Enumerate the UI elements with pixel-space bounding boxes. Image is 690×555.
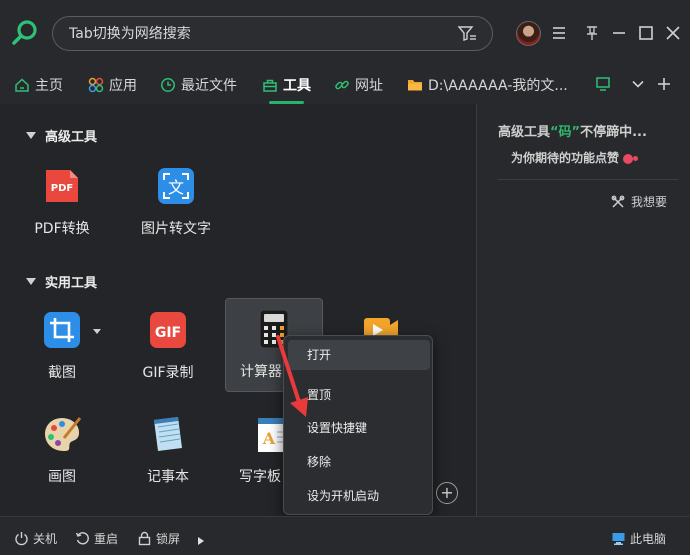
power-icon — [15, 532, 28, 546]
screenshot-dropdown-icon[interactable] — [93, 329, 101, 334]
lock-button[interactable]: 锁屏 — [137, 530, 180, 547]
toolbox-icon — [263, 79, 277, 92]
title-prefix: 高级工具 — [498, 125, 551, 140]
menu-item-startup[interactable]: 设为开机启动 — [288, 481, 430, 511]
notepad-icon — [154, 417, 182, 451]
clock-icon — [161, 78, 175, 92]
add-tab-icon[interactable] — [656, 76, 672, 92]
section-advanced-tools[interactable]: 高级工具 — [26, 126, 97, 145]
close-icon[interactable] — [664, 24, 682, 42]
tool-label: 写字板 — [239, 469, 281, 485]
tool-label: 图片转文字 — [141, 221, 211, 237]
link-icon — [335, 80, 349, 90]
title-bar — [0, 0, 690, 64]
tool-label: PDF转换 — [34, 221, 90, 237]
title-suffix: 不停蹄中... — [580, 125, 647, 140]
ocr-icon: 文 — [158, 168, 194, 204]
ocr-icon-text: 文 — [168, 178, 184, 197]
subtitle-text: 为你期待的功能点赞 — [511, 151, 620, 165]
lock-icon — [138, 531, 151, 546]
restart-label: 重启 — [94, 532, 119, 546]
tab-home-label: 主页 — [35, 78, 63, 94]
tab-urls-label: 网址 — [355, 78, 383, 94]
collapse-triangle-icon — [26, 132, 36, 139]
bottom-bar: 关机 重启 锁屏 此电脑 — [0, 516, 690, 555]
tool-label: 记事本 — [147, 469, 189, 485]
shutdown-button[interactable]: 关机 — [14, 530, 57, 547]
collapse-triangle-icon — [26, 278, 36, 285]
wish-icon — [611, 195, 625, 208]
tool-notepad[interactable]: 记事本 — [120, 404, 216, 498]
tab-bar: 主页 应用 最近文件 工具 网址 D:\AAAAAA-我的文... — [0, 64, 690, 104]
tab-home[interactable]: 主页 — [14, 74, 63, 96]
section-utility-tools[interactable]: 实用工具 — [26, 272, 97, 291]
restart-button[interactable]: 重启 — [75, 530, 118, 547]
svg-text:A: A — [262, 429, 276, 448]
menu-icon[interactable] — [550, 24, 568, 42]
tool-image-to-text[interactable]: 文 图片转文字 — [128, 156, 224, 250]
search-logo-icon[interactable] — [11, 19, 39, 47]
search-input[interactable] — [69, 24, 449, 44]
tool-label: 画图 — [48, 469, 76, 485]
lock-label: 锁屏 — [156, 532, 181, 546]
this-pc-button[interactable]: 此电脑 — [611, 530, 666, 547]
expand-arrow-icon[interactable] — [198, 537, 204, 545]
tool-label: 截图 — [48, 365, 76, 381]
gif-icon-text: GIF — [155, 325, 181, 341]
section-title: 高级工具 — [45, 130, 98, 145]
wish-label: 我想要 — [631, 195, 668, 209]
maximize-icon[interactable] — [637, 24, 655, 42]
tab-apps-label: 应用 — [109, 78, 137, 94]
monitor-icon[interactable] — [595, 76, 611, 92]
minimize-icon[interactable] — [610, 24, 628, 42]
paint-palette-icon — [45, 417, 82, 451]
apps-icon — [88, 77, 104, 93]
tab-tools[interactable]: 工具 — [262, 74, 311, 96]
shutdown-label: 关机 — [33, 532, 58, 546]
title-highlight: “码” — [550, 125, 581, 140]
filter-icon[interactable] — [457, 25, 477, 43]
tool-pdf-convert[interactable]: PDF PDF转换 — [14, 156, 110, 250]
wish-button[interactable]: 我想要 — [611, 193, 667, 210]
coming-soon-panel: 高级工具“码”不停蹄中... 为你期待的功能点赞 我想要 — [477, 104, 690, 516]
add-tool-button[interactable]: + — [436, 482, 458, 504]
chevron-down-icon[interactable] — [631, 77, 645, 91]
folder-icon — [408, 80, 422, 91]
pin-icon[interactable] — [583, 24, 601, 42]
tool-gif-record[interactable]: GIF GIF录制 — [120, 300, 216, 394]
tab-urls[interactable]: 网址 — [334, 74, 383, 96]
coming-soon-title: 高级工具“码”不停蹄中... — [498, 121, 647, 140]
tab-recent-files[interactable]: 最近文件 — [160, 74, 237, 96]
menu-item-remove[interactable]: 移除 — [288, 447, 430, 477]
coming-soon-subtitle: 为你期待的功能点赞 — [511, 149, 639, 166]
tool-label: GIF录制 — [142, 365, 194, 381]
restart-icon — [75, 532, 89, 545]
tool-screenshot[interactable]: 截图 — [14, 300, 110, 394]
tab-apps[interactable]: 应用 — [88, 74, 137, 96]
computer-icon — [612, 533, 625, 545]
tab-folder-label: D:\AAAAAA-我的文... — [428, 78, 568, 94]
search-box[interactable] — [52, 16, 493, 51]
this-pc-label: 此电脑 — [630, 532, 667, 546]
pdf-icon-text: PDF — [51, 183, 73, 194]
heart-icon — [623, 153, 634, 164]
tool-paint[interactable]: 画图 — [14, 404, 110, 498]
small-heart-icon — [633, 156, 639, 161]
gif-icon: GIF — [150, 312, 186, 348]
user-avatar[interactable] — [516, 21, 541, 46]
red-arrow-annotation — [276, 335, 308, 417]
tab-tools-label: 工具 — [283, 78, 311, 94]
tab-folder[interactable]: D:\AAAAAA-我的文... — [407, 74, 568, 96]
home-icon — [15, 78, 29, 92]
screenshot-icon — [44, 312, 80, 348]
panel-separator — [498, 179, 678, 180]
pdf-icon: PDF — [46, 170, 78, 202]
tab-recent-files-label: 最近文件 — [181, 78, 237, 94]
section-title: 实用工具 — [45, 276, 98, 291]
